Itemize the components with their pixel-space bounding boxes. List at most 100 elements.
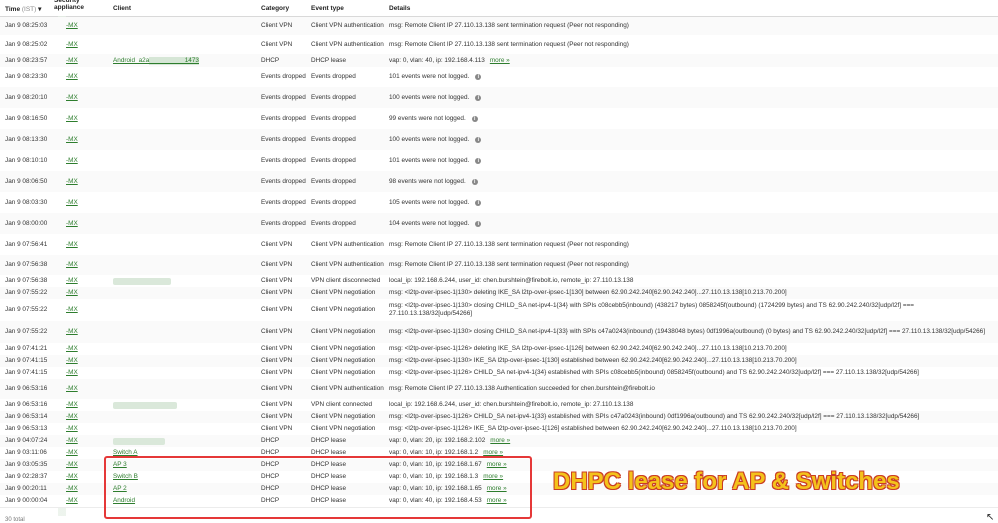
- appliance-name[interactable]: -MX: [66, 136, 78, 144]
- table-row[interactable]: Jan 9 07:55:22 -MX Client VPN Client VPN ne…: [0, 321, 998, 344]
- header-time[interactable]: Time (IST) ▾: [5, 5, 41, 13]
- appliance-name[interactable]: -MX: [66, 261, 78, 269]
- appliance-name[interactable]: -MX: [66, 401, 78, 409]
- table-row[interactable]: Jan 9 07:56:38 -MX Client VPN Client VPN au…: [0, 255, 998, 276]
- appliance-link[interactable]: -MX: [66, 447, 106, 459]
- table-row[interactable]: Jan 9 08:16:50 -MX Events dropped Events dr…: [0, 108, 998, 130]
- appliance-link[interactable]: -MX: [66, 299, 106, 321]
- info-icon[interactable]: i: [471, 178, 478, 185]
- appliance-link[interactable]: -MX: [66, 54, 106, 67]
- appliance-name[interactable]: -MX: [66, 241, 78, 249]
- client-link[interactable]: Android_a2a 1473: [113, 56, 199, 65]
- info-icon[interactable]: i: [471, 115, 478, 122]
- appliance-name[interactable]: -MX: [66, 357, 78, 365]
- more-link[interactable]: more »: [490, 437, 510, 445]
- appliance-link[interactable]: -MX: [66, 287, 106, 299]
- appliance-name[interactable]: -MX: [66, 345, 78, 353]
- appliance-link[interactable]: -MX: [66, 435, 106, 447]
- appliance-link[interactable]: -MX: [66, 255, 106, 275]
- table-row[interactable]: Jan 9 07:55:22 -MX Client VPN Client VPN ne…: [0, 299, 998, 322]
- info-icon[interactable]: i: [475, 136, 482, 143]
- appliance-name[interactable]: -MX: [66, 485, 78, 493]
- appliance-name[interactable]: -MX: [66, 497, 78, 505]
- appliance-name[interactable]: -MX: [66, 94, 78, 102]
- redacted-client[interactable]: [113, 401, 177, 409]
- appliance-name[interactable]: -MX: [66, 306, 78, 314]
- appliance-name[interactable]: -MX: [66, 178, 78, 186]
- appliance-link[interactable]: -MX: [66, 234, 106, 255]
- appliance-link[interactable]: -MX: [66, 471, 106, 483]
- appliance-link[interactable]: -MX: [66, 379, 106, 399]
- info-icon[interactable]: i: [475, 157, 482, 164]
- appliance-name[interactable]: -MX: [66, 41, 78, 49]
- client-cell[interactable]: [113, 435, 253, 447]
- table-row[interactable]: Jan 9 08:25:02 -MX Client VPN Client VPN au…: [0, 35, 998, 55]
- appliance-name[interactable]: -MX: [66, 73, 78, 81]
- appliance-name[interactable]: -MX: [66, 328, 78, 336]
- appliance-name[interactable]: -MX: [66, 157, 78, 165]
- table-row[interactable]: Jan 9 08:00:00 -MX Events dropped Events dr…: [0, 213, 998, 235]
- info-icon[interactable]: i: [475, 74, 482, 80]
- table-row[interactable]: Jan 9 08:23:57 -MX Android_a2a 1473 DHCP DHC…: [0, 54, 998, 68]
- appliance-name[interactable]: -MX: [66, 413, 78, 421]
- appliance-name[interactable]: -MX: [66, 385, 78, 393]
- redacted-client[interactable]: [113, 437, 165, 445]
- appliance-link[interactable]: -MX: [66, 367, 106, 379]
- table-row[interactable]: Jan 9 06:53:16 -MX Client VPN Client VPN au…: [0, 379, 998, 400]
- appliance-link[interactable]: -MX: [66, 129, 106, 150]
- client-cell[interactable]: [113, 399, 253, 411]
- event-type: DHCP lease: [311, 437, 347, 444]
- info-icon[interactable]: i: [475, 94, 482, 101]
- appliance-link[interactable]: -MX: [66, 355, 106, 367]
- appliance-name[interactable]: -MX: [66, 57, 78, 65]
- appliance-link[interactable]: -MX: [66, 399, 106, 411]
- sort-arrow-icon[interactable]: ▾: [38, 6, 41, 13]
- more-link[interactable]: more »: [490, 57, 510, 65]
- appliance-name[interactable]: -MX: [66, 425, 78, 433]
- appliance-link[interactable]: -MX: [66, 213, 106, 234]
- table-row[interactable]: Jan 9 08:23:30 -MX Events dropped Events dr…: [0, 67, 998, 88]
- appliance-link[interactable]: -MX: [66, 423, 106, 435]
- appliance-link[interactable]: -MX: [66, 483, 106, 495]
- table-row[interactable]: Jan 9 08:06:50 -MX Events dropped Events dr…: [0, 171, 998, 193]
- table-row[interactable]: Jan 9 08:20:10 -MX Events dropped Events dr…: [0, 87, 998, 109]
- table-row[interactable]: Jan 9 07:56:41 -MX Client VPN Client VPN au…: [0, 234, 998, 256]
- category: Client VPN: [261, 385, 293, 392]
- client-cell[interactable]: Android_a2a 1473: [113, 54, 253, 67]
- appliance-link[interactable]: -MX: [66, 275, 106, 287]
- appliance-name[interactable]: -MX: [66, 289, 78, 297]
- table-row[interactable]: Jan 9 08:03:30 -MX Events dropped Events dr…: [0, 192, 998, 214]
- appliance-name[interactable]: -MX: [66, 473, 78, 481]
- appliance-link[interactable]: -MX: [66, 87, 106, 108]
- client-cell: [113, 355, 253, 367]
- appliance-name[interactable]: -MX: [66, 437, 78, 445]
- appliance-link[interactable]: -MX: [66, 459, 106, 471]
- appliance-link[interactable]: -MX: [66, 67, 106, 87]
- appliance-link[interactable]: -MX: [66, 35, 106, 54]
- appliance-link[interactable]: -MX: [66, 343, 106, 355]
- category: Client VPN: [261, 357, 293, 364]
- appliance-link[interactable]: -MX: [66, 171, 106, 192]
- appliance-name[interactable]: -MX: [66, 461, 78, 469]
- appliance-link[interactable]: -MX: [66, 108, 106, 129]
- info-icon[interactable]: i: [475, 199, 482, 206]
- appliance-name[interactable]: -MX: [66, 369, 78, 377]
- appliance-name[interactable]: -MX: [66, 220, 78, 228]
- table-row[interactable]: Jan 9 08:13:30 -MX Events dropped Events dr…: [0, 129, 998, 151]
- appliance-name[interactable]: -MX: [66, 115, 78, 123]
- appliance-link[interactable]: -MX: [66, 17, 106, 35]
- client-cell[interactable]: [113, 275, 253, 287]
- appliance-link[interactable]: -MX: [66, 495, 106, 507]
- table-row[interactable]: Jan 9 08:10:10 -MX Events dropped Events dr…: [0, 150, 998, 172]
- appliance-link[interactable]: -MX: [66, 192, 106, 213]
- appliance-name[interactable]: -MX: [66, 22, 78, 30]
- appliance-name[interactable]: -MX: [66, 199, 78, 207]
- info-icon[interactable]: i: [475, 220, 482, 227]
- redacted-client[interactable]: [113, 277, 171, 285]
- appliance-link[interactable]: -MX: [66, 321, 106, 343]
- appliance-link[interactable]: -MX: [66, 150, 106, 171]
- appliance-name[interactable]: -MX: [66, 449, 78, 457]
- appliance-name[interactable]: -MX: [66, 277, 78, 285]
- appliance-link[interactable]: -MX: [66, 411, 106, 423]
- table-row[interactable]: Jan 9 08:25:03 -MX Client VPN Client VPN au…: [0, 17, 998, 36]
